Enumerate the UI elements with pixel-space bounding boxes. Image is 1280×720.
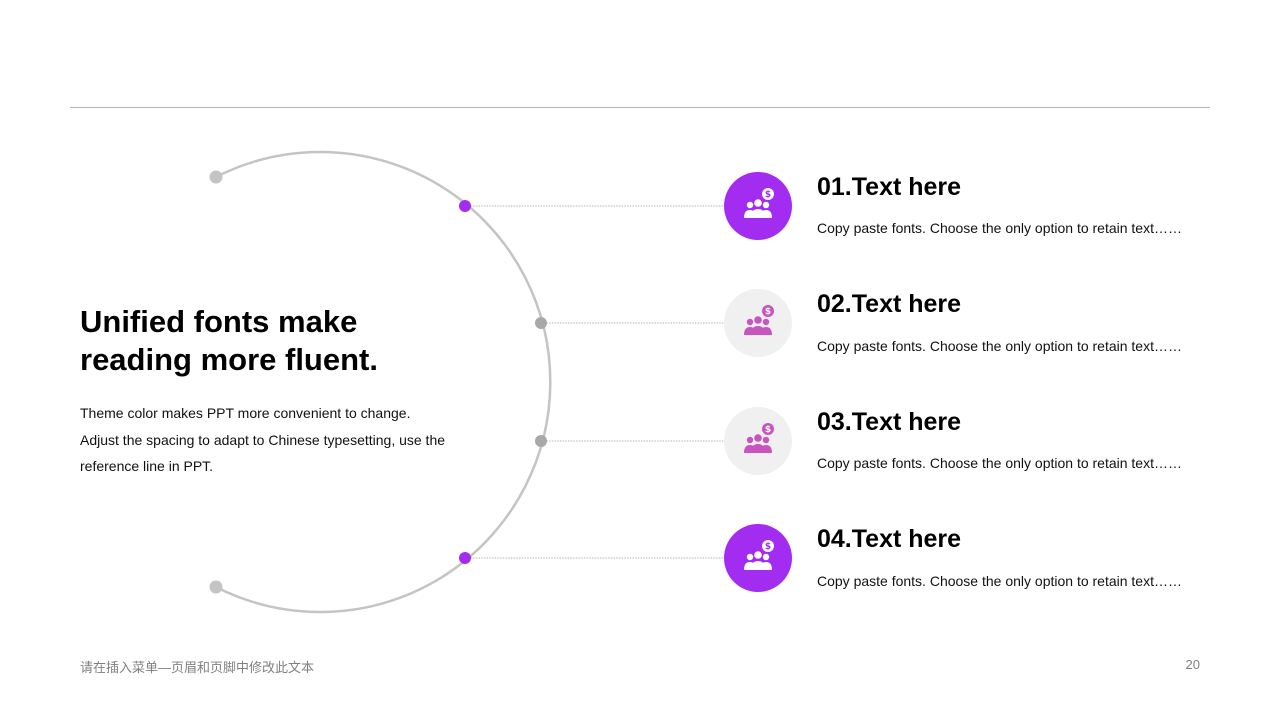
- arc-end-dot-bottom: [209, 580, 223, 594]
- item-2-icon-circle: $: [724, 289, 792, 357]
- arc-dot-2: [535, 317, 547, 329]
- arc-end-dot-top: [209, 170, 223, 184]
- item-4-title: 04.Text here: [817, 525, 962, 553]
- people-money-icon: $: [744, 188, 774, 218]
- people-money-icon: $: [744, 540, 774, 570]
- arc-dot-3: [535, 435, 547, 447]
- main-headline: Unified fonts make reading more fluent.: [80, 303, 500, 379]
- item-2-title: 02.Text here: [817, 290, 962, 318]
- headline-line-1: Unified fonts make: [80, 304, 358, 339]
- svg-text:$: $: [765, 542, 771, 552]
- body-line-3: reference line in PPT.: [80, 458, 214, 474]
- item-1-icon-circle: $: [724, 172, 792, 240]
- people-money-icon: $: [744, 305, 774, 335]
- item-2-desc: Copy paste fonts. Choose the only option…: [817, 338, 1182, 354]
- item-1-desc: Copy paste fonts. Choose the only option…: [817, 220, 1182, 236]
- item-3-desc: Copy paste fonts. Choose the only option…: [817, 455, 1182, 471]
- page-number: 20: [1185, 657, 1200, 672]
- arc-dot-4: [459, 552, 471, 564]
- svg-text:$: $: [765, 425, 771, 435]
- item-4-desc: Copy paste fonts. Choose the only option…: [817, 573, 1182, 589]
- arc-dot-1: [459, 200, 471, 212]
- svg-text:$: $: [765, 307, 771, 317]
- headline-line-2: reading more fluent.: [80, 342, 378, 377]
- people-money-icon: $: [744, 423, 774, 453]
- body-line-1: Theme color makes PPT more convenient to…: [80, 405, 411, 421]
- item-4-icon-circle: $: [724, 524, 792, 592]
- item-3-title: 03.Text here: [817, 408, 962, 436]
- item-1-title: 01.Text here: [817, 173, 962, 201]
- item-3-icon-circle: $: [724, 407, 792, 475]
- arc-curve: [215, 150, 552, 614]
- footer-text: 请在插入菜单—页眉和页脚中修改此文本: [80, 660, 315, 675]
- body-line-2: Adjust the spacing to adapt to Chinese t…: [80, 431, 446, 448]
- svg-text:$: $: [765, 190, 771, 200]
- body-paragraph: Theme color makes PPT more convenient to…: [80, 400, 480, 480]
